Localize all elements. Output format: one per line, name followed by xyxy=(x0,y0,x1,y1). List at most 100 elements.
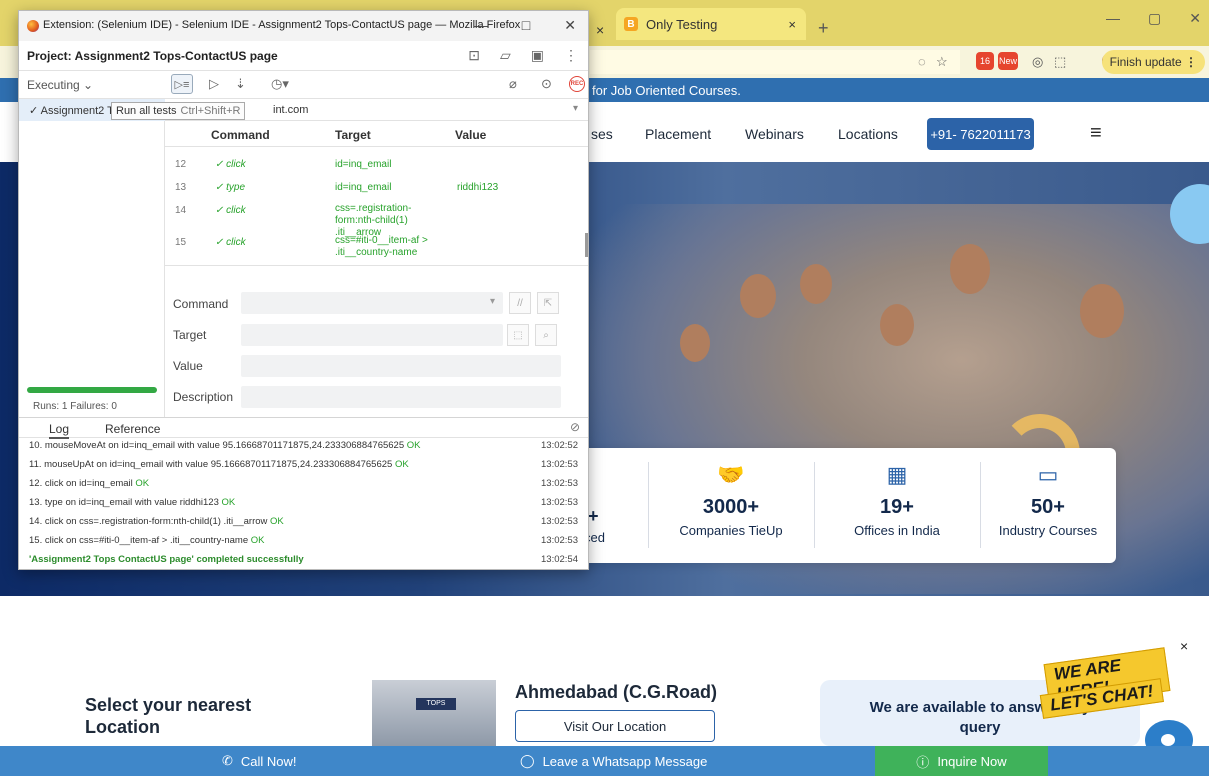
editor-value-label: Value xyxy=(173,359,203,373)
restore-button[interactable]: ▢ xyxy=(1148,10,1161,27)
editor-target-label: Target xyxy=(173,328,207,342)
phone-button[interactable]: +91- 7622011173 xyxy=(927,118,1034,150)
command-row[interactable]: 13 ✓ type id=inq_email riddhi123 xyxy=(165,182,575,202)
finish-update-label: Finish update xyxy=(1109,55,1182,69)
ide-minimize-button[interactable]: — xyxy=(474,17,488,34)
log-ok: OK xyxy=(394,459,409,470)
run-current-test-icon[interactable]: ▷ xyxy=(209,76,219,92)
command-row[interactable]: 15 ✓ click css=#iti-0__item-af > .iti__c… xyxy=(165,235,575,265)
tab-close-button[interactable]: × xyxy=(788,17,796,32)
stat-number: 19+ xyxy=(880,496,914,518)
row-command: ✓ click xyxy=(215,237,246,248)
close-window-button[interactable]: ✕ xyxy=(1189,10,1201,27)
log-text: 10. mouseMoveAt on id=inq_email with val… xyxy=(29,440,407,451)
log-ok: OK xyxy=(221,497,236,508)
open-reference-icon[interactable]: ⇱ xyxy=(537,292,559,314)
more-options-icon[interactable]: ⋮ xyxy=(564,47,578,64)
command-select[interactable]: ▾ xyxy=(241,292,503,314)
log-tabs: Log Reference ⊘ xyxy=(19,418,588,439)
save-project-icon[interactable]: ▣ xyxy=(531,47,544,64)
command-row[interactable]: 14 ✓ click css=.registration-form:nth-ch… xyxy=(165,203,575,238)
command-table: Command Target Value 12 ✓ click id=inq_e… xyxy=(165,121,588,265)
log-panel: Log Reference ⊘ 10. mouseMoveAt on id=in… xyxy=(19,417,588,569)
address-bar[interactable] xyxy=(590,50,960,74)
stat-label: Industry Courses xyxy=(998,523,1098,538)
row-number: 15 xyxy=(175,237,187,248)
log-ok: OK xyxy=(250,535,265,546)
command-table-scrollbar[interactable] xyxy=(585,233,588,257)
eye-off-icon[interactable]: ◌ xyxy=(918,54,926,69)
executing-dropdown[interactable]: Executing ⌄ xyxy=(27,78,93,92)
whatsapp-label: Leave a Whatsapp Message xyxy=(542,753,708,769)
chat-close-button[interactable]: × xyxy=(1180,638,1188,654)
camera-icon[interactable]: ◎ xyxy=(1032,54,1043,70)
row-number: 14 xyxy=(175,205,187,216)
run-all-tests-button[interactable]: ▷≡ xyxy=(171,74,193,94)
minimize-button[interactable]: — xyxy=(1106,10,1120,27)
whatsapp-button[interactable]: ◯ Leave a Whatsapp Message xyxy=(520,746,707,776)
row-target: css=#iti-0__item-af > .iti__country-name xyxy=(335,235,428,258)
log-line: 12. click on id=inq_email OK xyxy=(29,478,589,489)
log-line: 11. mouseUpAt on id=inq_email with value… xyxy=(29,459,589,470)
chevron-down-icon[interactable]: ▾ xyxy=(573,103,578,114)
step-over-icon[interactable]: ⇣ xyxy=(235,76,246,92)
project-name: Project: Assignment2 Tops-ContactUS page xyxy=(27,49,278,63)
command-row[interactable]: 12 ✓ click id=inq_email xyxy=(165,159,575,179)
column-value: Value xyxy=(455,128,487,142)
select-target-icon[interactable]: ⬚ xyxy=(507,324,529,346)
nav-locations[interactable]: Locations xyxy=(838,126,898,142)
cta-bar: ✆ Call Now! ◯ Leave a Whatsapp Message ⓘ… xyxy=(0,746,1209,776)
speed-icon[interactable]: ◷▾ xyxy=(271,76,289,92)
extension-badge-new[interactable]: New xyxy=(998,52,1018,70)
visit-location-button[interactable]: Visit Our Location xyxy=(515,710,715,742)
ide-maximize-button[interactable]: □ xyxy=(522,17,530,34)
runs-status: Runs: 1 Failures: 0 xyxy=(33,401,117,412)
editor-description-label: Description xyxy=(173,390,234,404)
new-project-icon[interactable]: ⊡ xyxy=(468,47,480,64)
log-time: 13:02:53 xyxy=(541,497,578,508)
log-time: 13:02:53 xyxy=(541,459,578,470)
stat-courses: ▭ 50+ Industry Courses xyxy=(980,448,1116,563)
whatsapp-icon: ◯ xyxy=(520,753,535,768)
log-time: 13:02:52 xyxy=(541,440,578,451)
call-now-button[interactable]: ✆ Call Now! xyxy=(222,746,297,776)
phone-icon: ✆ xyxy=(222,753,233,768)
column-target: Target xyxy=(335,128,371,142)
location-city: Ahmedabad (C.G.Road) xyxy=(515,682,718,702)
selenium-ide-window: Extension: (Selenium IDE) - Selenium IDE… xyxy=(18,10,589,570)
new-tab-button[interactable]: + xyxy=(818,12,829,44)
record-icon[interactable]: REC xyxy=(569,76,585,92)
ide-close-button[interactable]: ✕ xyxy=(564,17,576,34)
toggle-comment-icon[interactable]: // xyxy=(509,292,531,314)
nav-courses-partial[interactable]: ses xyxy=(591,126,613,142)
clear-log-icon[interactable]: ⊘ xyxy=(570,420,580,434)
log-time: 13:02:53 xyxy=(541,516,578,527)
location-section: Select your nearest Location TOPS Ahmeda… xyxy=(0,596,1209,760)
call-now-label: Call Now! xyxy=(240,753,297,769)
hamburger-menu-icon[interactable]: ≡ xyxy=(1090,122,1102,145)
tab-log[interactable]: Log xyxy=(49,422,70,439)
bookmark-star-icon[interactable]: ☆ xyxy=(936,54,948,70)
location-heading: Select your nearest Location xyxy=(85,695,252,737)
decorative-face xyxy=(1080,284,1124,338)
open-project-icon[interactable]: ▱ xyxy=(500,47,511,64)
tab-only-testing[interactable]: B Only Testing × xyxy=(616,8,806,40)
tab-reference[interactable]: Reference xyxy=(105,422,160,436)
value-input[interactable] xyxy=(241,355,561,377)
log-ok: OK xyxy=(135,478,150,489)
find-target-icon[interactable]: ⌕ xyxy=(535,324,557,346)
phone-number: +91- 7622011173 xyxy=(930,126,1031,142)
ide-window-controls: — □ ✕ xyxy=(474,17,576,34)
pause-icon[interactable]: ⊙ xyxy=(541,76,552,92)
tab-close-button[interactable]: × xyxy=(596,14,604,46)
description-input[interactable] xyxy=(241,386,561,408)
nav-webinars[interactable]: Webinars xyxy=(745,126,804,142)
extensions-puzzle-icon[interactable]: ⬚ xyxy=(1054,54,1066,70)
finish-update-button[interactable]: Finish update ⋮ xyxy=(1101,50,1205,74)
disable-breakpoints-icon[interactable]: ⌀ xyxy=(509,76,517,92)
nav-placement[interactable]: Placement xyxy=(645,126,711,142)
command-table-header: Command Target Value xyxy=(165,121,588,147)
target-input[interactable] xyxy=(241,324,503,346)
inquire-now-button[interactable]: ⓘ Inquire Now xyxy=(875,746,1048,776)
extension-badge-16[interactable]: 16 xyxy=(976,52,994,70)
